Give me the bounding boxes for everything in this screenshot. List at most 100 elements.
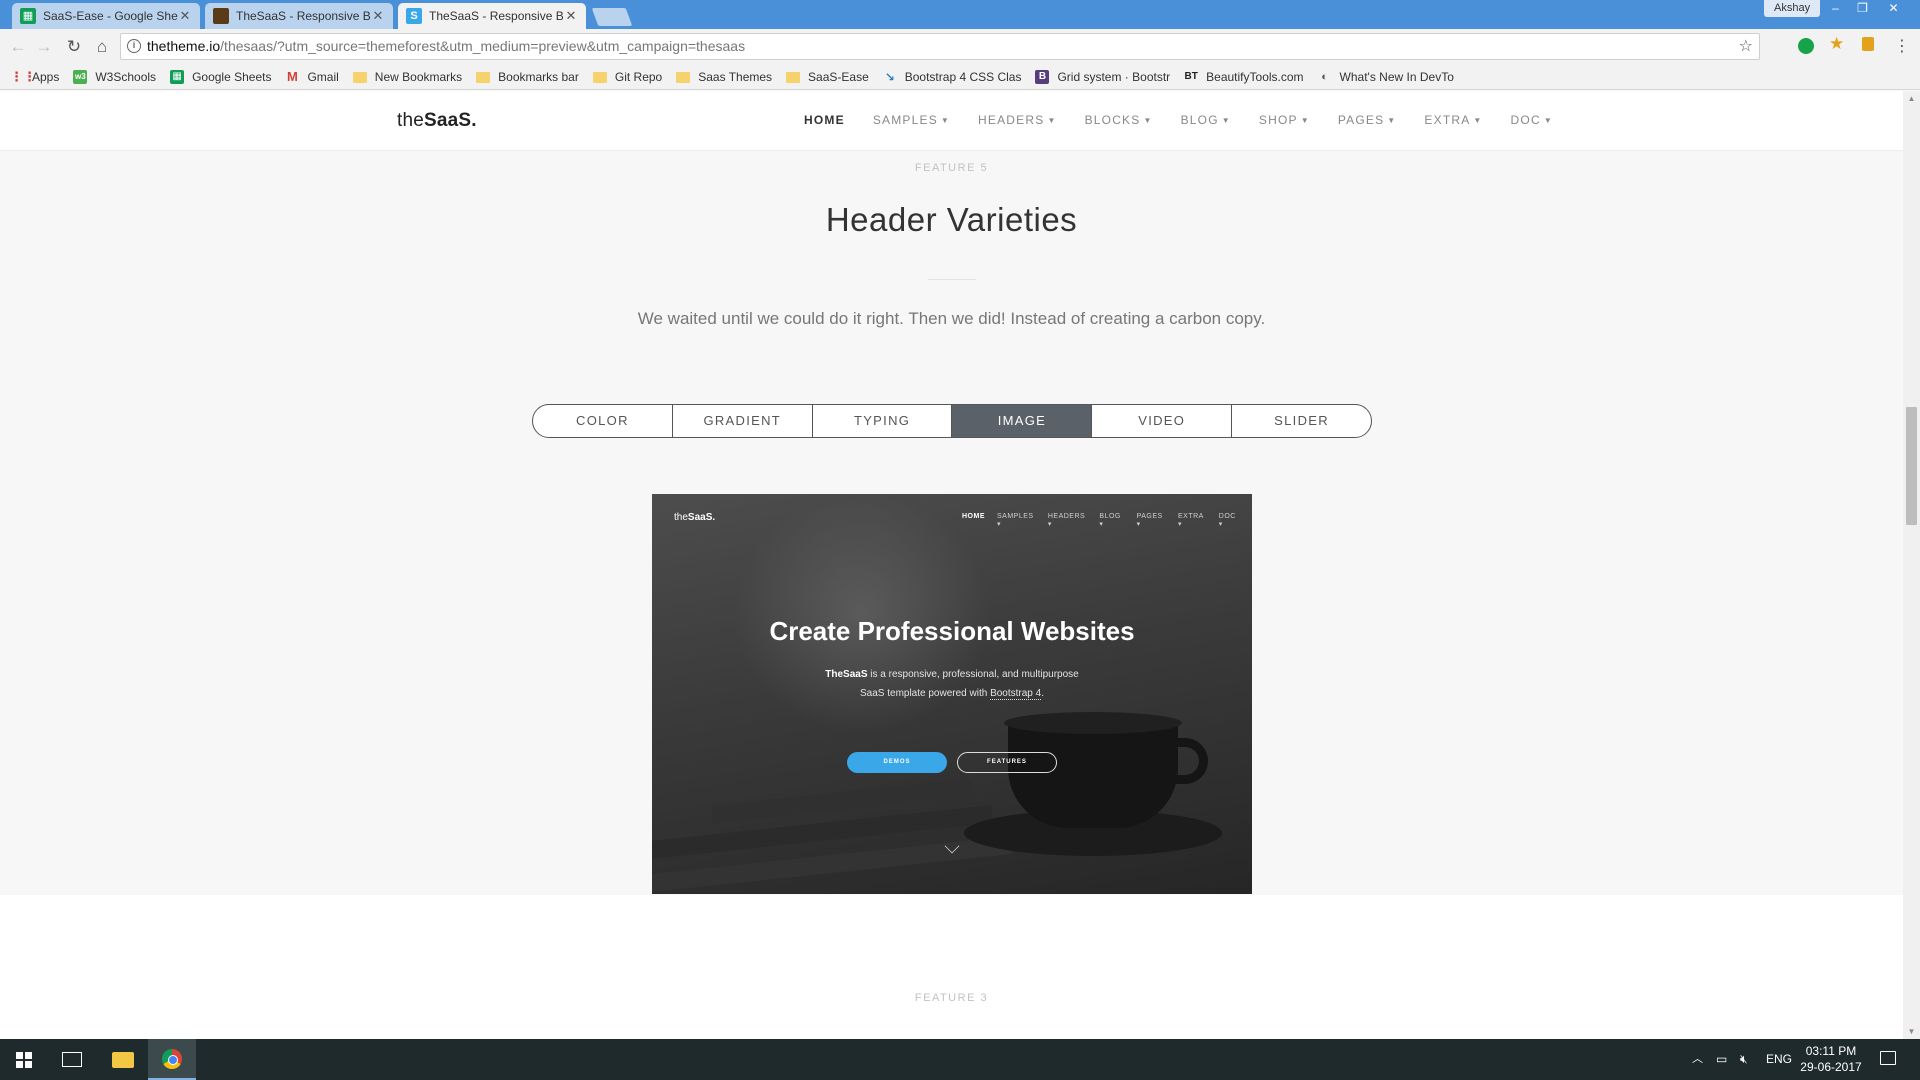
tab-video[interactable]: VIDEO: [1092, 405, 1233, 437]
section-eyebrow: FEATURE 3: [914, 992, 989, 1004]
caret-down-icon: ▼: [1221, 116, 1231, 125]
start-button[interactable]: [0, 1039, 48, 1080]
tab-label: TheSaaS - Responsive Bo: [429, 9, 564, 23]
menu-item-blocks[interactable]: BLOCKS ▼: [1085, 113, 1153, 127]
back-icon[interactable]: ←: [6, 35, 30, 59]
bookmark-w3schools[interactable]: w3 W3Schools: [73, 70, 156, 84]
menu-item-shop[interactable]: SHOP ▼: [1259, 113, 1310, 127]
extension-star-icon[interactable]: ★: [1829, 35, 1847, 52]
tab-slider[interactable]: SLIDER: [1232, 405, 1371, 437]
w3schools-icon: w3: [73, 70, 88, 84]
menu-kebab-icon[interactable]: ⋮: [1890, 35, 1914, 59]
task-view-icon[interactable]: [62, 1052, 82, 1067]
menu-label: BLOG: [1180, 113, 1219, 127]
bookmark-label: Gmail: [307, 70, 339, 84]
scroll-up-icon[interactable]: ▲: [1903, 91, 1920, 106]
chrome-icon: [162, 1049, 182, 1069]
extension-green-icon[interactable]: [1798, 38, 1814, 54]
scroll-down-icon[interactable]: ▼: [1903, 1024, 1920, 1039]
reload-icon[interactable]: ↻: [62, 35, 86, 59]
browser-tab-thesaas-1[interactable]: TheSaaS - Responsive Bo ✕: [205, 3, 393, 29]
apps-grid-icon: ⋮⋮: [10, 69, 36, 84]
new-tab-button[interactable]: [591, 8, 633, 26]
menu-item-samples[interactable]: SAMPLES ▼: [873, 113, 950, 127]
bookmark-label: Saas Themes: [698, 70, 773, 84]
menu-item-pages[interactable]: PAGES ▼: [1338, 113, 1397, 127]
close-icon[interactable]: ✕: [178, 8, 192, 24]
sheets-icon: ▦: [20, 8, 36, 24]
bookmark-star-icon[interactable]: ☆: [1739, 34, 1753, 59]
page-scrollbar[interactable]: ▲ ▼: [1903, 91, 1920, 1039]
clock[interactable]: 03:11 PM 29-06-2017: [1796, 1043, 1866, 1075]
bookmark-folder-saas-themes[interactable]: Saas Themes: [676, 70, 772, 84]
header-variety-tabs: COLOR GRADIENT TYPING IMAGE VIDEO SLIDER: [532, 404, 1372, 438]
section-eyebrow: FEATURE 5: [914, 162, 989, 174]
bookmark-bootstrap-css[interactable]: ↘ Bootstrap 4 CSS Clas: [883, 70, 1022, 84]
tab-color[interactable]: COLOR: [533, 405, 673, 437]
s-icon: S: [406, 8, 422, 24]
profile-button[interactable]: Akshay: [1764, 0, 1821, 17]
network-icon[interactable]: ▭: [1716, 1039, 1727, 1080]
menu-label: BLOCKS: [1084, 113, 1141, 127]
logo-bold-text: SaaS.: [687, 512, 716, 523]
bookmark-grid-system[interactable]: B Grid system · Bootstr: [1035, 70, 1170, 84]
preview-sub-text: .: [1041, 688, 1044, 699]
file-explorer-icon[interactable]: [112, 1052, 134, 1068]
volume-muted-icon[interactable]: 🔇︎: [1740, 1039, 1748, 1080]
menu-item-blog[interactable]: BLOG ▼: [1181, 113, 1231, 127]
bookmark-label: Bootstrap 4 CSS Clas: [904, 70, 1022, 84]
menu-label: HEADERS: [978, 113, 1045, 127]
info-icon[interactable]: i: [127, 39, 141, 53]
minimize-icon[interactable]: –: [1822, 0, 1849, 17]
menu-label: HOME: [804, 113, 845, 127]
bookmark-devtools[interactable]: ◐ What's New In DevTo: [1318, 70, 1454, 84]
url-path: /thesaas/?utm_source=themeforest&utm_med…: [220, 38, 746, 54]
bookmarks-bar: ⋮⋮ Apps w3 W3Schools ▦ Google Sheets M Gmail…: [0, 65, 1920, 90]
bookmark-label: Git Repo: [614, 70, 663, 84]
tab-typing[interactable]: TYPING: [813, 405, 953, 437]
bookmark-google-sheets[interactable]: ▦ Google Sheets: [170, 70, 271, 84]
bookmark-folder-bookmarks-bar[interactable]: Bookmarks bar: [476, 70, 579, 84]
language-indicator[interactable]: ENG: [1766, 1039, 1792, 1080]
web-page: theSaaS. HOME SAMPLES ▼ HEADERS ▼ BLOCKS ▼ …: [0, 91, 1903, 1039]
preview-menu-item: HOME: [962, 513, 985, 520]
site-logo[interactable]: theSaaS.: [397, 110, 477, 132]
preview-sub-text: SaaS template powered with: [859, 688, 991, 699]
bookmark-folder-saas-ease[interactable]: SaaS-Ease: [786, 70, 869, 84]
bookmark-folder-new-bookmarks[interactable]: New Bookmarks: [352, 70, 462, 84]
preview-menu-item: SAMPLES ▾: [997, 513, 1034, 528]
home-icon[interactable]: ⌂: [90, 35, 114, 59]
menu-item-headers[interactable]: HEADERS ▼: [978, 113, 1057, 127]
bookmark-folder-git-repo[interactable]: Git Repo: [592, 70, 663, 84]
restore-icon[interactable]: ❐: [1849, 0, 1876, 17]
close-icon[interactable]: ✕: [371, 8, 385, 24]
folder-icon: [592, 71, 607, 83]
tab-gradient[interactable]: GRADIENT: [673, 405, 813, 437]
bookmark-apps[interactable]: ⋮⋮ Apps: [10, 69, 59, 85]
browser-tab-saas-ease-sheets[interactable]: ▦ SaaS-Ease - Google Shee ✕: [12, 3, 200, 29]
url-host: thetheme.io: [147, 38, 221, 54]
bookmark-beautifytools[interactable]: BT BeautifyTools.com: [1184, 70, 1303, 84]
browser-tab-thesaas-active[interactable]: S TheSaaS - Responsive Bo ✕: [398, 3, 586, 29]
menu-label: SAMPLES: [872, 113, 938, 127]
action-center-icon[interactable]: [1880, 1051, 1896, 1065]
tab-image[interactable]: IMAGE: [952, 405, 1093, 437]
bookmark-gmail[interactable]: M Gmail: [285, 70, 339, 85]
close-window-icon[interactable]: ✕: [1880, 0, 1907, 17]
address-bar[interactable]: i thetheme.io/thesaas/?utm_source=themef…: [120, 33, 1760, 60]
beautify-icon: BT: [1184, 71, 1198, 82]
show-hidden-icons-icon[interactable]: ︿: [1692, 1039, 1703, 1080]
scrollbar-thumb[interactable]: [1906, 407, 1917, 525]
clock-date: 29-06-2017: [1800, 1060, 1862, 1074]
chrome-taskbar-button[interactable]: [148, 1039, 196, 1080]
forward-icon[interactable]: →: [32, 35, 56, 59]
extension-tag-icon[interactable]: [1862, 37, 1874, 51]
close-icon[interactable]: ✕: [564, 8, 578, 24]
menu-item-extra[interactable]: EXTRA ▼: [1424, 113, 1482, 127]
preview-menu-item: DOC ▾: [1218, 513, 1236, 528]
bootstrap-icon: ↘: [884, 70, 895, 84]
menu-item-doc[interactable]: DOC ▼: [1511, 113, 1553, 127]
menu-item-home[interactable]: HOME: [804, 113, 845, 127]
menu-label: SHOP: [1258, 113, 1298, 127]
devtools-icon: ◐: [1321, 71, 1328, 83]
